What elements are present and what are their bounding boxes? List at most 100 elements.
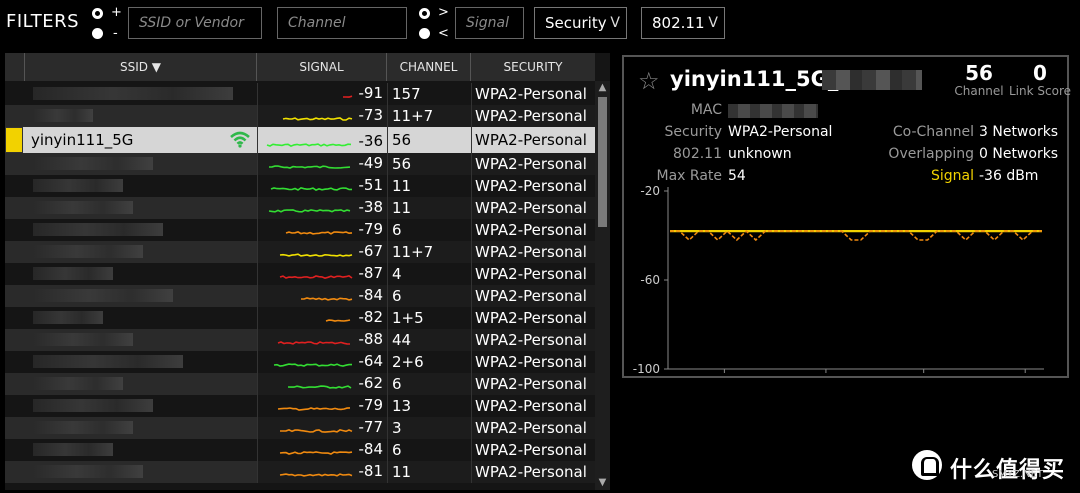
security-cell: WPA2-Personal [471, 461, 595, 483]
table-row[interactable]: -38 11 WPA2-Personal [5, 197, 595, 219]
table-header: SSID ▼ SIGNAL CHANNEL SECURITY [5, 53, 595, 81]
table-row[interactable]: -82 1+5 WPA2-Personal [5, 307, 595, 329]
signal-cell: -73 [257, 105, 387, 127]
signal-column-header[interactable]: SIGNAL [257, 53, 387, 81]
table-row[interactable]: -81 11 WPA2-Personal [5, 461, 595, 483]
security-cell: WPA2-Personal [471, 307, 595, 329]
security-cell: WPA2-Personal [471, 373, 595, 395]
redacted-ssid [33, 333, 133, 346]
channel-cell: 11 [387, 197, 471, 219]
signal-line [280, 429, 353, 433]
channel-cell: 6 [387, 439, 471, 461]
detail-ssid: yinyin111_5G_ [670, 67, 839, 91]
ssid-cell [25, 461, 257, 483]
list-scrollbar[interactable]: ▲ ▼ [595, 81, 610, 490]
table-row-selected[interactable]: yinyin111_5G -36 56 WPA2-Personal [5, 127, 595, 153]
signal-cell: -91 [257, 83, 387, 105]
table-row[interactable]: -49 56 WPA2-Personal [5, 153, 595, 175]
ssid-cell [25, 241, 257, 263]
ssid-cell [25, 175, 257, 197]
channel-cell: 2+6 [387, 351, 471, 373]
table-row[interactable]: -88 44 WPA2-Personal [5, 329, 595, 351]
signal-sparkline [301, 297, 353, 301]
signal-sparkline [277, 407, 351, 411]
redacted-ssid [33, 267, 113, 280]
scroll-down-icon[interactable]: ▼ [595, 476, 610, 490]
signal-value: -81 [358, 462, 384, 480]
signal-sparkline [282, 117, 353, 121]
signal-value: -79 [358, 396, 384, 414]
ssid-include-radio[interactable] [92, 8, 103, 19]
signal-cell: -82 [257, 307, 387, 329]
signal-line [268, 209, 351, 213]
table-row[interactable]: -91 157 WPA2-Personal [5, 83, 595, 105]
table-row[interactable]: -51 11 WPA2-Personal [5, 175, 595, 197]
signal-line [266, 143, 352, 147]
scroll-up-icon[interactable]: ▲ [595, 81, 610, 95]
table-row[interactable]: -79 6 WPA2-Personal [5, 219, 595, 241]
link-score-value: 0 [1033, 61, 1047, 85]
signal-series-line [670, 230, 1042, 242]
channel-input[interactable] [278, 8, 406, 38]
minus-label: - [113, 26, 118, 41]
signal-gt-radio[interactable] [419, 8, 430, 19]
signal-line [279, 275, 353, 279]
redacted-ssid [33, 289, 173, 302]
redacted-ssid [33, 399, 153, 412]
table-row[interactable]: -87 4 WPA2-Personal [5, 263, 595, 285]
x-tick-label: :30 [1016, 375, 1035, 376]
table-row[interactable]: -84 6 WPA2-Personal [5, 285, 595, 307]
lt-label: < [438, 26, 449, 41]
security-cell: WPA2-Personal [471, 175, 595, 197]
signal-line [277, 407, 351, 411]
redacted-ssid [33, 443, 113, 456]
redacted-ssid [33, 201, 133, 214]
scroll-thumb[interactable] [598, 97, 607, 227]
selected-color-marker [5, 127, 23, 153]
channel-column-header[interactable]: CHANNEL [387, 53, 471, 81]
signal-value: -87 [358, 264, 384, 282]
channel-filter[interactable] [277, 7, 407, 39]
table-row[interactable]: -73 11+7 WPA2-Personal [5, 105, 595, 127]
signal-cell: -77 [257, 417, 387, 439]
security-cell: WPA2-Personal [471, 153, 595, 175]
security-column-header[interactable]: SECURITY [471, 53, 595, 81]
signal-value: -91 [358, 84, 384, 102]
security-cell: WPA2-Personal [471, 395, 595, 417]
table-row[interactable]: -64 2+6 WPA2-Personal [5, 351, 595, 373]
table-row[interactable]: -77 3 WPA2-Personal [5, 417, 595, 439]
ssid-column-header[interactable]: SSID ▼ [25, 53, 257, 81]
redacted-ssid [33, 109, 93, 122]
ssid-cell [25, 417, 257, 439]
ssid-vendor-input[interactable] [129, 8, 261, 38]
chevron-down-icon: V [610, 15, 620, 31]
signal-cell: -67 [257, 241, 387, 263]
ssid-cell [25, 395, 257, 417]
table-row[interactable]: -67 11+7 WPA2-Personal [5, 241, 595, 263]
ssid-vendor-filter[interactable] [128, 7, 262, 39]
signal-cell: -79 [257, 219, 387, 241]
signal-cell: -79 [257, 395, 387, 417]
table-row[interactable]: -62 6 WPA2-Personal [5, 373, 595, 395]
signal-line [287, 385, 352, 389]
filters-label: FILTERS [6, 11, 80, 32]
redacted-ssid [33, 87, 233, 100]
signal-filter[interactable] [455, 7, 524, 39]
channel-cell: 6 [387, 285, 471, 307]
dot11-dropdown[interactable]: 802.11 V [641, 7, 725, 39]
ssid-exclude-radio[interactable] [92, 28, 103, 39]
signal-input[interactable] [456, 8, 523, 38]
signal-sparkline [279, 451, 353, 455]
table-row[interactable]: -79 13 WPA2-Personal [5, 395, 595, 417]
dot11-label: 802.11 [673, 146, 722, 162]
signal-lt-radio[interactable] [419, 28, 430, 39]
signal-cell: -64 [257, 351, 387, 373]
table-row[interactable]: -84 6 WPA2-Personal [5, 439, 595, 461]
security-cell: WPA2-Personal [471, 263, 595, 285]
security-dropdown[interactable]: Security V [534, 7, 627, 39]
wifi-connected-icon [230, 131, 250, 148]
mac-redacted [728, 104, 818, 118]
star-icon[interactable]: ☆ [638, 67, 660, 95]
signal-line [343, 95, 353, 98]
ssid-cell [25, 373, 257, 395]
